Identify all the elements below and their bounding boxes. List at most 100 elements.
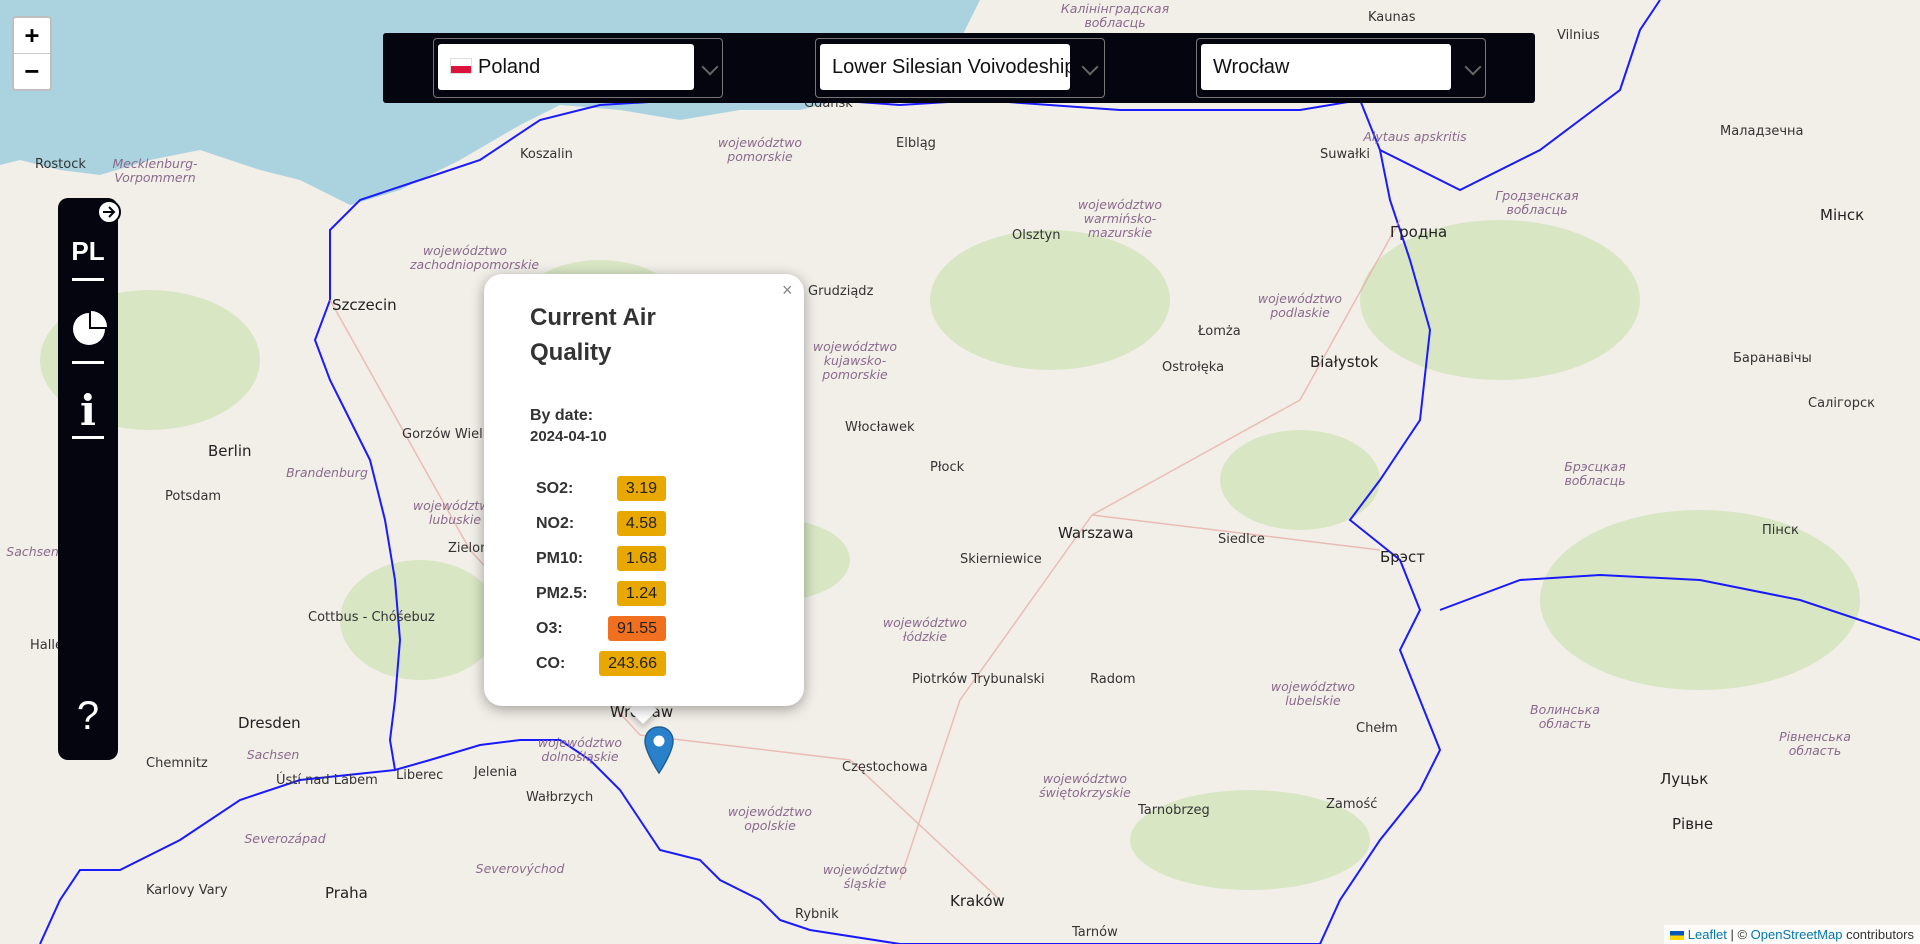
- map[interactable]: Kaunas Vilnius Маладзечна Мінск Rostock Kosza…: [0, 0, 1920, 944]
- place-label: Dresden: [238, 714, 301, 732]
- divider: [72, 361, 104, 364]
- place-label: Мінск: [1820, 206, 1865, 224]
- place-label: Elbląg: [896, 136, 936, 151]
- place-label: Skierniewice: [960, 552, 1042, 567]
- pollutant-row: SO2: 3.19: [536, 476, 666, 502]
- place-label: Jelenia: [474, 765, 518, 780]
- region-select[interactable]: Lower Silesian Voivodeship: [815, 38, 1105, 98]
- poland-flag-icon: [450, 58, 472, 75]
- ukraine-flag-icon: [1670, 931, 1685, 941]
- pollutant-row: PM10: 1.68: [536, 546, 666, 572]
- osm-link[interactable]: OpenStreetMap: [1751, 927, 1843, 942]
- region-label: Severozápad: [244, 831, 326, 846]
- place-label: Cottbus - Chóśebuz: [308, 610, 435, 625]
- place-label: Częstochowa: [842, 760, 928, 775]
- region-label: Brandenburg: [286, 465, 368, 480]
- region-label: województwo zachodniopomorskie: [410, 243, 540, 272]
- location-toolbar: Poland Lower Silesian Voivodeship Wrocła…: [383, 33, 1535, 103]
- region-label: województwo świętokrzyskie: [1039, 771, 1131, 800]
- chevron-down-icon: [701, 58, 719, 76]
- place-label: Гродна: [1390, 223, 1448, 241]
- expand-sidebar-button[interactable]: [97, 200, 121, 224]
- region-select-value[interactable]: Lower Silesian Voivodeship: [820, 44, 1070, 90]
- place-label: Białystok: [1310, 353, 1379, 371]
- attribution-separator: | ©: [1730, 927, 1748, 942]
- place-label: Zamość: [1326, 797, 1378, 812]
- place-label: Liberec: [396, 768, 444, 783]
- place-label: Kaunas: [1368, 10, 1416, 25]
- chart-button[interactable]: [70, 310, 107, 353]
- place-label: Włocławek: [845, 420, 915, 435]
- place-label: Ostrołęka: [1162, 360, 1225, 375]
- place-label: Vilnius: [1557, 28, 1600, 43]
- divider: [72, 436, 104, 439]
- pollutant-value-badge: 4.58: [616, 511, 666, 536]
- country-select[interactable]: Poland: [433, 38, 723, 98]
- region-label: Severovýchod: [475, 861, 565, 876]
- region-label: województwo podlaskie: [1257, 291, 1343, 320]
- place-label: Berlin: [208, 442, 252, 460]
- place-label: Płock: [930, 460, 965, 475]
- region-label: województwo śląskie: [822, 862, 908, 891]
- place-label: Tarnobrzeg: [1138, 803, 1210, 818]
- region-label: województwo łódzkie: [882, 615, 968, 644]
- place-label: Olsztyn: [1012, 228, 1061, 243]
- date-value: 2024-04-10: [530, 428, 607, 445]
- place-label: Radom: [1090, 672, 1136, 687]
- map-pin-icon: [644, 726, 674, 775]
- zoom-control[interactable]: + −: [12, 16, 52, 91]
- region-label: Волинська область: [1530, 702, 1600, 731]
- pollutant-value-badge: 1.68: [616, 546, 666, 571]
- pollutant-value-badge: 1.24: [616, 581, 666, 606]
- zoom-out-button[interactable]: −: [14, 54, 50, 89]
- place-label: Баранавічы: [1733, 351, 1812, 366]
- place-label: Tarnów: [1072, 925, 1118, 940]
- date-label: By date:: [530, 407, 594, 424]
- popup-title: Current Air Quality: [530, 304, 656, 366]
- place-label: Siedlce: [1218, 532, 1265, 547]
- pollutant-name: PM10:: [536, 550, 584, 567]
- help-button[interactable]: ?: [70, 694, 106, 739]
- sidebar: PL i ?: [58, 198, 118, 760]
- pollutant-name: O3:: [536, 620, 563, 637]
- place-label: Praha: [325, 884, 368, 902]
- pollutant-row: CO: 243.66: [536, 651, 666, 677]
- city-select[interactable]: Wrocław: [1196, 38, 1486, 98]
- close-popup-button[interactable]: ×: [782, 280, 793, 301]
- place-label: Potsdam: [165, 489, 222, 504]
- pollutant-row: PM2.5: 1.24: [536, 581, 666, 607]
- region-label: Alytaus apskritis: [1363, 129, 1467, 144]
- place-label: Салігорск: [1808, 396, 1875, 411]
- region-label: województwo lubelskie: [1270, 679, 1356, 708]
- zoom-in-button[interactable]: +: [14, 18, 50, 54]
- region-label: Рівненська область: [1779, 729, 1851, 758]
- pollutant-value-badge: 3.19: [616, 476, 666, 501]
- pollutant-value-badge: 243.66: [599, 651, 666, 676]
- place-label: Ústí nad Labem: [276, 773, 378, 788]
- region-label: Гродзенская вобласць: [1495, 188, 1579, 217]
- info-button[interactable]: i: [70, 386, 106, 435]
- pollutant-name: CO:: [536, 655, 566, 672]
- place-label: Koszalin: [520, 147, 573, 162]
- region-label: województwo warmińsko-mazurskie: [1077, 197, 1163, 240]
- place-label: Kraków: [950, 892, 1005, 910]
- place-label: Karlovy Vary: [146, 883, 228, 898]
- region-label: Калінінградская вобласць: [1060, 1, 1170, 30]
- language-button[interactable]: PL: [70, 236, 106, 267]
- pollutant-row: NO2: 4.58: [536, 511, 666, 537]
- country-select-value[interactable]: Poland: [438, 44, 694, 90]
- place-label: Рівне: [1672, 815, 1714, 833]
- place-label: Chemnitz: [146, 756, 208, 771]
- divider: [72, 278, 104, 281]
- city-select-value[interactable]: Wrocław: [1201, 44, 1451, 90]
- leaflet-link[interactable]: Leaflet: [1688, 927, 1727, 942]
- region-label: Брэсцкая вобласць: [1564, 459, 1626, 488]
- chevron-down-icon: [1464, 58, 1482, 76]
- place-label: Warszawa: [1058, 524, 1134, 542]
- place-label: Луцьк: [1660, 770, 1709, 788]
- place-label: Chełm: [1356, 721, 1398, 736]
- location-marker[interactable]: [643, 725, 675, 780]
- pie-chart-icon: [73, 311, 107, 345]
- arrow-right-icon: [103, 206, 116, 218]
- pollutant-name: SO2:: [536, 480, 574, 497]
